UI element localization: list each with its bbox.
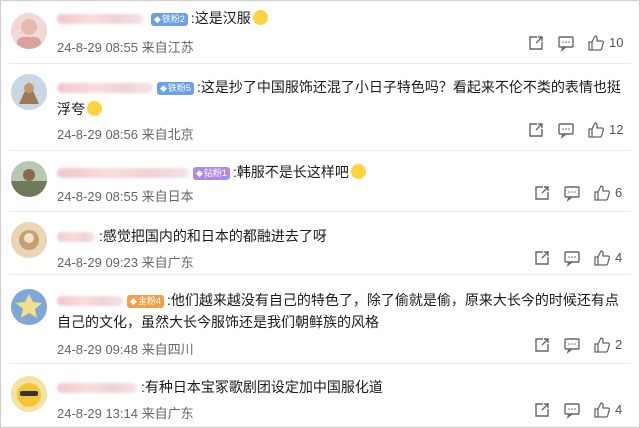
comment-text: :有种日本宝冢歌剧团设定加中国服化道 [141,379,383,395]
comment-icon [558,36,574,52]
comment-location: 来自四川 [141,342,194,357]
thumb-up-icon [594,402,611,418]
comment-location: 来自北京 [141,127,194,142]
fan-badge: ◆铁粉2 [150,12,188,26]
diamond-icon: ◆ [196,167,203,178]
comment-date: 24-8-29 [57,127,102,142]
thumb-up-icon [594,250,611,266]
avatar[interactable] [11,13,47,49]
comment-time: 09:48 [105,342,138,357]
comment-date: 24-8-29 [57,406,102,421]
share-icon [529,123,543,137]
fan-badge: ◆钻粉1 [193,166,230,180]
share-icon [535,403,549,417]
comment-location: 来自广东 [141,255,194,270]
smile-emoji-icon [87,101,102,116]
share-icon [529,36,543,50]
username[interactable] [57,168,189,179]
list-item: :感觉把国内的和日本的都融进去了呀 24-8-29 09:23 来自广东 4 [1,212,639,274]
thumb-up-icon [594,337,611,353]
share-icon [535,251,549,265]
comment-button[interactable] [563,249,581,267]
like-count: 2 [615,337,623,352]
comment-date: 24-8-29 [57,342,102,357]
comment-text: :这是汉服 [190,10,251,26]
like-count: 6 [615,185,623,200]
avatar[interactable] [11,289,47,325]
share-icon [535,186,549,200]
comment-date: 24-8-29 [57,255,102,270]
thumb-up-icon [588,122,605,138]
list-item: ◆金粉4:他们越来越没有自己的特色了，除了偷就是偷，原来大长今的时候还有点自己的… [1,275,639,363]
like-button[interactable] [593,184,611,202]
fan-badge: ◆铁粉5 [157,81,194,95]
share-icon [535,338,549,352]
comment-time: 09:23 [105,255,138,270]
comment-button[interactable] [557,121,575,139]
thumb-up-icon [588,35,605,51]
username[interactable] [57,383,137,394]
comment-button[interactable] [563,184,581,202]
comment-button[interactable] [563,401,581,419]
comment-time: 13:14 [105,406,138,421]
comment-location: 来自江苏 [141,40,194,55]
like-button[interactable] [593,336,611,354]
list-item: :有种日本宝冢歌剧团设定加中国服化道 24-8-29 13:14 来自广东 4 [1,364,639,427]
diamond-icon: ◆ [130,295,137,306]
comment-icon [564,251,580,267]
list-item: ◆钻粉1:韩服不是长这样吧 24-8-29 08:55 来自日本 6 [1,151,639,211]
avatar[interactable] [11,161,47,197]
think-emoji-icon [350,164,366,179]
comment-time: 08:55 [105,189,138,204]
comment-text: :韩服不是长这样吧 [232,164,349,180]
like-button[interactable] [587,121,605,139]
like-button[interactable] [587,34,605,52]
username[interactable] [57,296,123,307]
comment-icon [558,123,574,139]
username[interactable] [57,14,143,25]
list-item: ◆铁粉2:这是汉服 24-8-29 08:55 来自江苏 10 [1,1,639,63]
share-button[interactable] [527,121,545,139]
share-button[interactable] [527,34,545,52]
avatar[interactable] [11,376,47,412]
comment-button[interactable] [563,336,581,354]
like-count: 10 [609,35,624,50]
comment-date: 24-8-29 [57,189,102,204]
fan-badge: ◆金粉4 [127,294,164,308]
share-button[interactable] [533,401,551,419]
share-button[interactable] [533,184,551,202]
username[interactable] [57,83,153,94]
like-button[interactable] [593,401,611,419]
like-count: 12 [609,122,624,137]
comment-time: 08:56 [105,127,138,142]
username[interactable] [57,232,95,243]
avatar[interactable] [11,222,47,258]
comment-text: :感觉把国内的和日本的都融进去了呀 [99,228,327,244]
comment-button[interactable] [557,34,575,52]
comment-icon [564,403,580,419]
comment-time: 08:55 [105,40,138,55]
like-count: 4 [615,250,623,265]
grin-emoji-icon [252,10,268,25]
like-count: 4 [615,402,623,417]
comment-icon [564,186,580,202]
comment-location: 来自广东 [141,406,194,421]
thumb-up-icon [594,185,611,201]
comment-icon [564,338,580,354]
diamond-icon: ◆ [160,82,167,93]
share-button[interactable] [533,336,551,354]
comment-list: ◆铁粉2:这是汉服 24-8-29 08:55 来自江苏 10 ◆铁粉5:这是抄… [0,0,640,428]
comment-date: 24-8-29 [57,40,102,55]
list-item: ◆铁粉5:这是抄了中国服饰还混了小日子特色吗？看起来不伦不类的表情也挺浮夸 24… [1,64,639,150]
share-button[interactable] [533,249,551,267]
comment-location: 来自日本 [141,189,194,204]
like-button[interactable] [593,249,611,267]
diamond-icon: ◆ [153,13,161,24]
avatar[interactable] [11,74,47,110]
